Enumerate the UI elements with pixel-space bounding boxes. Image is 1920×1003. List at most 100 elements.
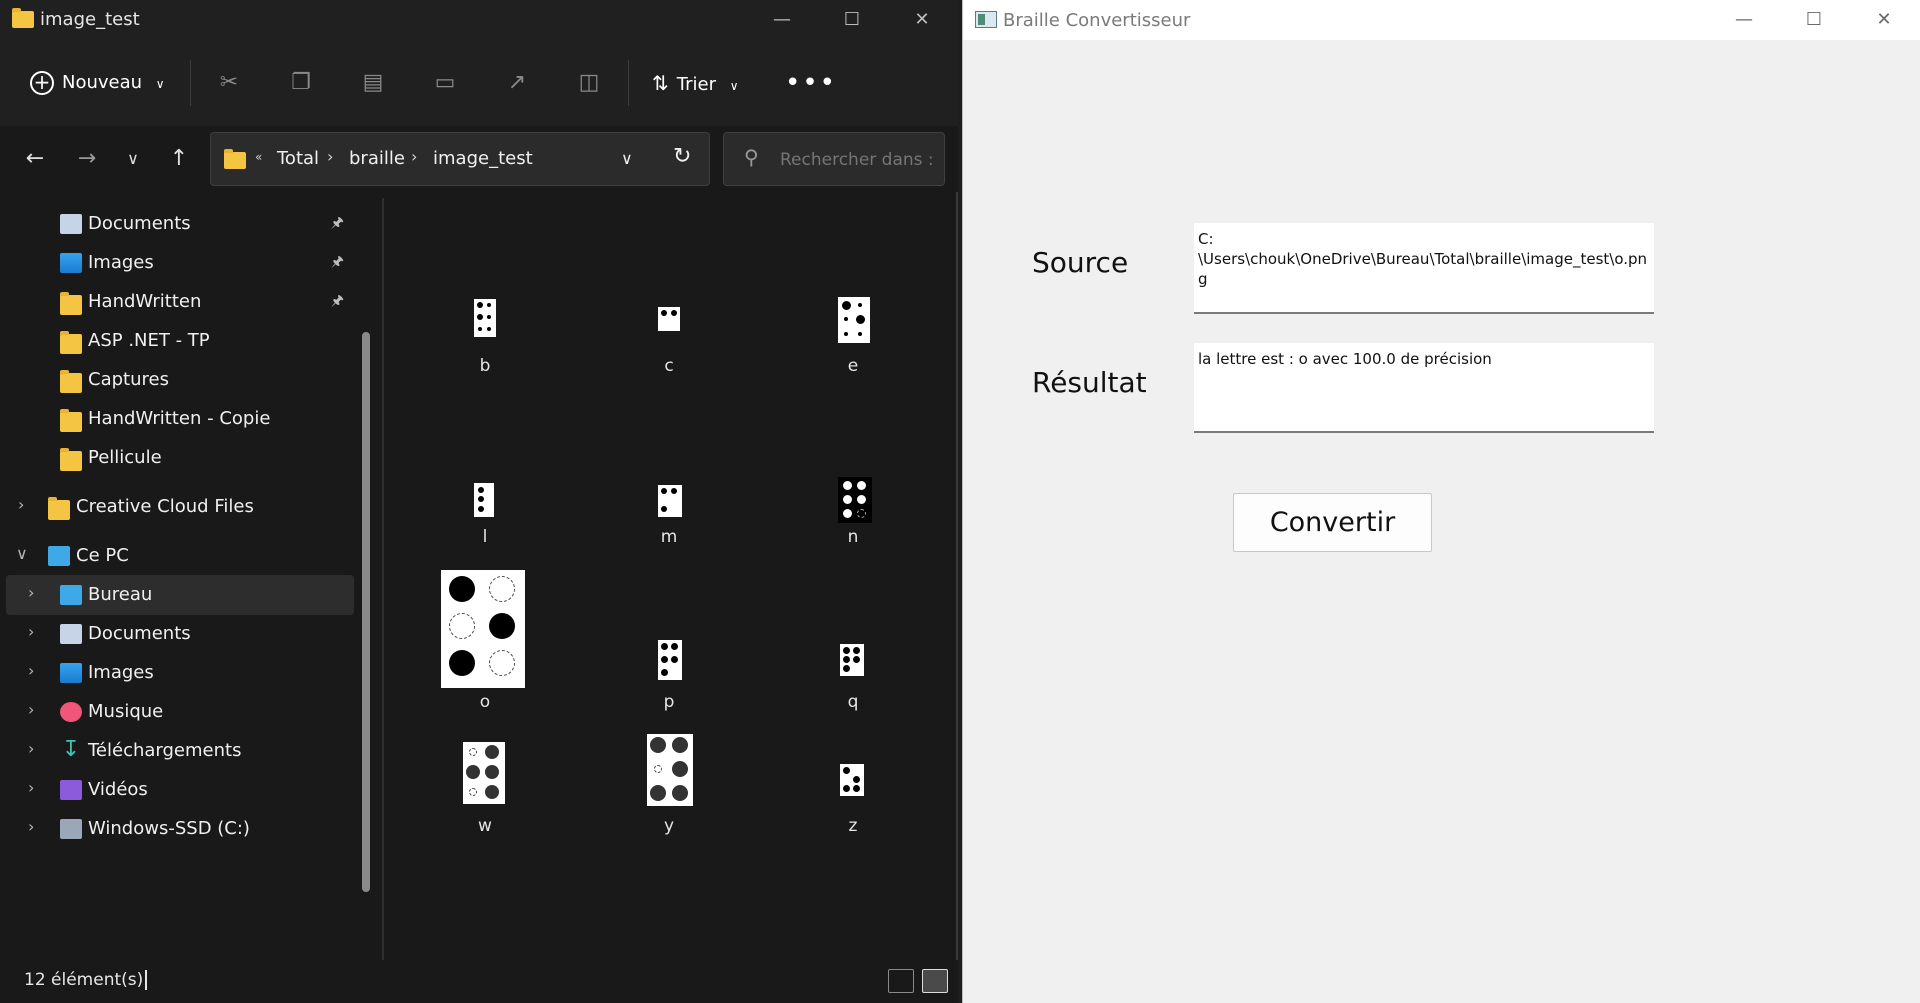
sidebar-item-captures[interactable]: Captures [6, 360, 354, 400]
chevron-right-icon[interactable]: › [28, 661, 34, 680]
overflow-chevron-icon[interactable]: « [255, 150, 262, 164]
explorer-navbar: ← → ∨ ↑ « Total › braille › image_test ∨… [0, 126, 958, 192]
refresh-icon[interactable]: ↻ [673, 144, 691, 169]
sidebar-item-handwritten-copie[interactable]: HandWritten - Copie [6, 399, 354, 439]
more-options-icon[interactable]: ••• [785, 68, 837, 98]
file-item-c[interactable]: c [594, 292, 744, 382]
sidebar-item-label: Vidéos [88, 779, 148, 800]
explorer-titlebar[interactable]: image_test — ☐ ✕ [0, 0, 958, 40]
sidebar-item-windows-ssd[interactable]: › Windows-SSD (C:) [6, 809, 354, 849]
file-list: b c e l m n o p q w y z [386, 192, 952, 960]
pane-divider[interactable] [382, 198, 384, 960]
sidebar-item-asp-net-tp[interactable]: ASP .NET - TP [6, 321, 354, 361]
delete-icon[interactable]: ◫ [574, 68, 604, 98]
chevron-right-icon[interactable]: › [28, 739, 34, 758]
sidebar-item-pc-documents[interactable]: › Documents [6, 614, 354, 654]
file-item-q[interactable]: q [778, 570, 928, 720]
breadcrumb-total[interactable]: Total [277, 148, 319, 169]
file-item-p[interactable]: p [594, 570, 744, 720]
file-explorer-window: image_test — ☐ ✕ + Nouveau ∨ ✂ ❐ ▤ ▭ ↗ ◫ … [0, 0, 958, 1003]
file-item-o[interactable]: o [410, 570, 560, 720]
chevron-right-icon[interactable]: › [28, 817, 34, 836]
maximize-icon[interactable]: ☐ [817, 0, 887, 40]
source-field[interactable]: C: \Users\chouk\OneDrive\Bureau\Total\br… [1194, 223, 1654, 314]
file-name: o [479, 692, 491, 712]
file-item-n[interactable]: n [778, 477, 928, 567]
sidebar-item-label: Bureau [88, 584, 153, 605]
breadcrumb-separator-icon[interactable]: › [327, 147, 333, 166]
close-icon[interactable]: ✕ [1849, 0, 1919, 40]
file-thumbnail [840, 644, 864, 676]
chevron-right-icon[interactable]: › [18, 495, 24, 514]
chevron-right-icon[interactable]: › [28, 778, 34, 797]
sidebar-item-documents[interactable]: Documents 🖈 [6, 204, 354, 244]
paste-icon[interactable]: ▤ [358, 68, 388, 98]
file-thumbnail [838, 477, 872, 523]
result-field[interactable]: la lettre est : o avec 100.0 de précisio… [1194, 343, 1654, 433]
file-item-z[interactable]: z [778, 732, 928, 842]
cut-icon[interactable]: ✂ [214, 68, 244, 98]
pin-icon[interactable]: 🖈 [331, 251, 344, 275]
breadcrumb-image-test[interactable]: image_test [433, 148, 533, 169]
chevron-right-icon[interactable]: › [28, 583, 34, 602]
search-box[interactable]: ⚲ [723, 132, 945, 186]
breadcrumb-separator-icon[interactable]: › [411, 147, 417, 166]
file-item-y[interactable]: y [594, 732, 744, 842]
braille-converter-window: Braille Convertisseur — ☐ ✕ Source C: \U… [962, 0, 1920, 1003]
forward-arrow-icon[interactable]: → [72, 144, 102, 174]
address-history-chevron-icon[interactable]: ∨ [621, 149, 633, 168]
sidebar-item-bureau[interactable]: › Bureau [6, 575, 354, 615]
file-item-m[interactable]: m [594, 477, 744, 567]
file-thumbnail [658, 485, 682, 517]
file-item-e[interactable]: e [778, 292, 928, 382]
folder-icon [60, 331, 82, 354]
sidebar-item-pc-images[interactable]: › Images [6, 653, 354, 693]
rename-icon[interactable]: ▭ [430, 68, 460, 98]
sidebar-item-creative-cloud[interactable]: › Creative Cloud Files [6, 487, 354, 527]
minimize-icon[interactable]: — [747, 0, 817, 40]
new-button[interactable]: + Nouveau ∨ [30, 68, 165, 98]
sidebar-scrollbar[interactable] [362, 332, 370, 892]
large-icons-view-icon[interactable] [922, 969, 948, 993]
chevron-right-icon[interactable]: › [28, 622, 34, 641]
file-item-w[interactable]: w [410, 732, 560, 842]
sidebar-item-musique[interactable]: › Musique [6, 692, 354, 732]
copy-icon[interactable]: ❐ [286, 68, 316, 98]
sidebar-item-handwritten[interactable]: HandWritten 🖈 [6, 282, 354, 322]
details-view-icon[interactable] [888, 969, 914, 993]
convert-button[interactable]: Convertir [1233, 493, 1432, 552]
app-icon [975, 11, 997, 28]
chevron-right-icon[interactable]: › [28, 700, 34, 719]
pin-icon[interactable]: 🖈 [331, 290, 344, 314]
pin-icon[interactable]: 🖈 [331, 212, 344, 236]
sidebar-item-label: Musique [88, 701, 164, 722]
add-circle-icon: + [30, 71, 54, 95]
minimize-icon[interactable]: — [1709, 0, 1779, 40]
breadcrumb-braille[interactable]: braille [349, 148, 405, 169]
sort-button[interactable]: ⇅ Trier ∨ [652, 68, 739, 98]
file-name: q [847, 692, 859, 712]
chevron-down-icon[interactable]: ∨ [16, 544, 28, 563]
file-thumbnail [838, 297, 870, 343]
app-titlebar[interactable]: Braille Convertisseur — ☐ ✕ [963, 0, 1920, 40]
up-arrow-icon[interactable]: ↑ [164, 144, 194, 174]
maximize-icon[interactable]: ☐ [1779, 0, 1849, 40]
share-icon[interactable]: ↗ [502, 68, 532, 98]
folder-icon [60, 292, 82, 315]
sidebar-item-label: HandWritten [88, 291, 202, 312]
close-icon[interactable]: ✕ [887, 0, 957, 40]
file-item-b[interactable]: b [410, 292, 560, 382]
sidebar-item-this-pc[interactable]: ∨ Ce PC [6, 536, 354, 576]
back-arrow-icon[interactable]: ← [20, 144, 50, 174]
file-item-l[interactable]: l [410, 477, 560, 567]
search-input[interactable] [780, 147, 940, 173]
file-name: p [663, 692, 675, 712]
file-thumbnail [463, 742, 505, 804]
sidebar-item-pellicule[interactable]: Pellicule [6, 438, 354, 478]
sidebar-item-telechargements[interactable]: › ↧ Téléchargements [6, 731, 354, 771]
sidebar-item-images[interactable]: Images 🖈 [6, 243, 354, 283]
sidebar-item-videos[interactable]: › Vidéos [6, 770, 354, 810]
recent-locations-icon[interactable]: ∨ [118, 144, 148, 174]
address-bar[interactable]: « Total › braille › image_test ∨ ↻ [210, 132, 710, 186]
file-thumbnail [840, 764, 864, 796]
